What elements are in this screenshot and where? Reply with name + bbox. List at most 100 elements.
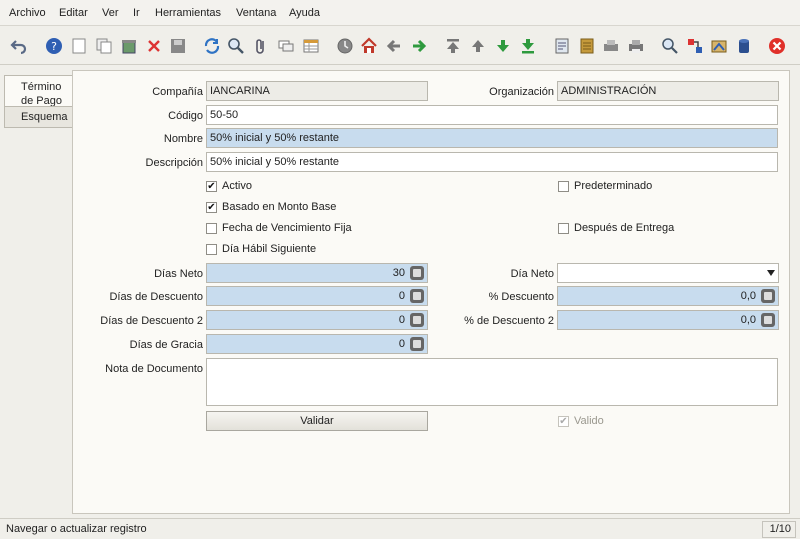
- menu-ayuda[interactable]: Ayuda: [289, 7, 320, 19]
- active-checkbox-row[interactable]: ✔ Activo: [206, 180, 252, 192]
- organization-value: ADMINISTRACIÓN: [561, 85, 657, 97]
- menu-ir[interactable]: Ir: [133, 7, 140, 19]
- discount-percent2-value: 0,0: [740, 314, 756, 326]
- close-window-icon[interactable]: [767, 36, 787, 56]
- home-icon[interactable]: [359, 36, 379, 56]
- svg-text:?: ?: [51, 40, 57, 53]
- chevron-down-icon[interactable]: [767, 270, 775, 276]
- record-counter[interactable]: 1/10: [762, 521, 796, 538]
- chat-icon[interactable]: [276, 36, 296, 56]
- discount-percent2-label: % de Descuento 2: [464, 315, 554, 327]
- based-amount-checkbox-row[interactable]: ✔ Basado en Monto Base: [206, 201, 336, 213]
- code-label: Código: [168, 110, 203, 122]
- after-delivery-label: Después de Entrega: [574, 222, 675, 234]
- organization-field[interactable]: ADMINISTRACIÓN: [557, 81, 779, 101]
- valid-label: Valido: [574, 415, 604, 427]
- discount-percent2-field[interactable]: 0,0: [557, 310, 779, 330]
- discount-percent-value: 0,0: [740, 290, 756, 302]
- code-field[interactable]: 50-50: [206, 105, 778, 125]
- discount-days-value: 0: [398, 290, 405, 302]
- name-label: Nombre: [163, 133, 203, 145]
- workflow-icon[interactable]: [685, 36, 705, 56]
- menu-ventana[interactable]: Ventana: [236, 7, 276, 19]
- database-icon[interactable]: [734, 36, 754, 56]
- tab-schema-label: Esquema: [21, 111, 68, 123]
- fixed-due-checkbox-row[interactable]: Fecha de Vencimiento Fija: [206, 222, 352, 234]
- print-preview-icon[interactable]: [601, 36, 621, 56]
- refresh-icon[interactable]: [202, 36, 222, 56]
- calculator-icon[interactable]: [410, 337, 424, 351]
- grace-days-field[interactable]: 0: [206, 334, 428, 354]
- first-record-icon[interactable]: [443, 36, 463, 56]
- company-field[interactable]: IANCARINA: [206, 81, 428, 101]
- parent-record-icon[interactable]: [384, 36, 404, 56]
- menu-editar[interactable]: Editar: [59, 7, 88, 19]
- calculator-icon[interactable]: [761, 289, 775, 303]
- detail-record-icon[interactable]: [409, 36, 429, 56]
- menu-herramientas[interactable]: Herramientas: [155, 7, 221, 19]
- recycle-icon[interactable]: [119, 36, 139, 56]
- print-icon[interactable]: [626, 36, 646, 56]
- zoom-across-icon[interactable]: [660, 36, 680, 56]
- help-icon[interactable]: ?: [44, 36, 64, 56]
- calculator-icon[interactable]: [410, 266, 424, 280]
- based-amount-checkbox[interactable]: ✔: [206, 201, 217, 213]
- menu-ver[interactable]: Ver: [102, 7, 119, 19]
- attachment-icon[interactable]: [251, 36, 271, 56]
- based-amount-label: Basado en Monto Base: [222, 201, 337, 213]
- next-business-day-checkbox[interactable]: [206, 243, 217, 255]
- calculator-icon[interactable]: [761, 313, 775, 327]
- document-note-textarea[interactable]: [206, 358, 778, 406]
- status-message: Navegar o actualizar registro: [6, 523, 147, 535]
- active-checkbox[interactable]: ✔: [206, 180, 217, 192]
- default-checkbox-row[interactable]: Predeterminado: [558, 180, 652, 192]
- discount-percent-field[interactable]: 0,0: [557, 286, 779, 306]
- active-label: Activo: [222, 180, 252, 192]
- fixed-due-checkbox[interactable]: [206, 222, 217, 234]
- save-icon[interactable]: [168, 36, 188, 56]
- organization-label: Organización: [489, 86, 554, 98]
- menu-bar: Archivo Editar Ver Ir Herramientas Venta…: [0, 0, 800, 26]
- history-icon[interactable]: [335, 36, 355, 56]
- tab-schema[interactable]: Esquema: [4, 106, 72, 128]
- net-days-field[interactable]: 30: [206, 263, 428, 283]
- net-day-select[interactable]: [557, 263, 779, 283]
- new-record-icon[interactable]: [69, 36, 89, 56]
- name-value: 50% inicial y 50% restante: [210, 132, 340, 144]
- grace-days-value: 0: [398, 338, 405, 350]
- next-business-day-label: Día Hábil Siguiente: [222, 243, 317, 255]
- name-field[interactable]: 50% inicial y 50% restante: [206, 128, 778, 148]
- archive-icon[interactable]: [577, 36, 597, 56]
- status-bar: Navegar o actualizar registro 1/10: [0, 518, 800, 539]
- document-note-label: Nota de Documento: [105, 363, 203, 375]
- after-delivery-checkbox[interactable]: [558, 222, 569, 234]
- product-info-icon[interactable]: [709, 36, 729, 56]
- undo-icon[interactable]: [9, 36, 29, 56]
- code-value: 50-50: [210, 109, 239, 121]
- company-value: IANCARINA: [210, 85, 270, 97]
- find-icon[interactable]: [226, 36, 246, 56]
- calculator-icon[interactable]: [410, 289, 424, 303]
- net-day-label: Día Neto: [510, 268, 554, 280]
- calculator-icon[interactable]: [410, 313, 424, 327]
- copy-record-icon[interactable]: [94, 36, 114, 56]
- previous-record-icon[interactable]: [468, 36, 488, 56]
- next-business-day-checkbox-row[interactable]: Día Hábil Siguiente: [206, 243, 316, 255]
- discount-days-field[interactable]: 0: [206, 286, 428, 306]
- discount-days2-field[interactable]: 0: [206, 310, 428, 330]
- grid-toggle-icon[interactable]: [301, 36, 321, 56]
- menu-archivo[interactable]: Archivo: [9, 7, 46, 19]
- fixed-due-label: Fecha de Vencimiento Fija: [222, 222, 352, 234]
- next-record-icon[interactable]: [493, 36, 513, 56]
- tab-strip: Término de Pago Esquema: [0, 70, 72, 514]
- valid-checkbox: ✔: [558, 415, 569, 427]
- report-icon[interactable]: [552, 36, 572, 56]
- net-days-label: Días Neto: [154, 268, 203, 280]
- description-field[interactable]: 50% inicial y 50% restante: [206, 152, 778, 172]
- last-record-icon[interactable]: [518, 36, 538, 56]
- default-label: Predeterminado: [574, 180, 653, 192]
- delete-icon[interactable]: [144, 36, 164, 56]
- after-delivery-checkbox-row[interactable]: Después de Entrega: [558, 222, 674, 234]
- default-checkbox[interactable]: [558, 180, 569, 192]
- validate-button[interactable]: Validar: [206, 411, 428, 431]
